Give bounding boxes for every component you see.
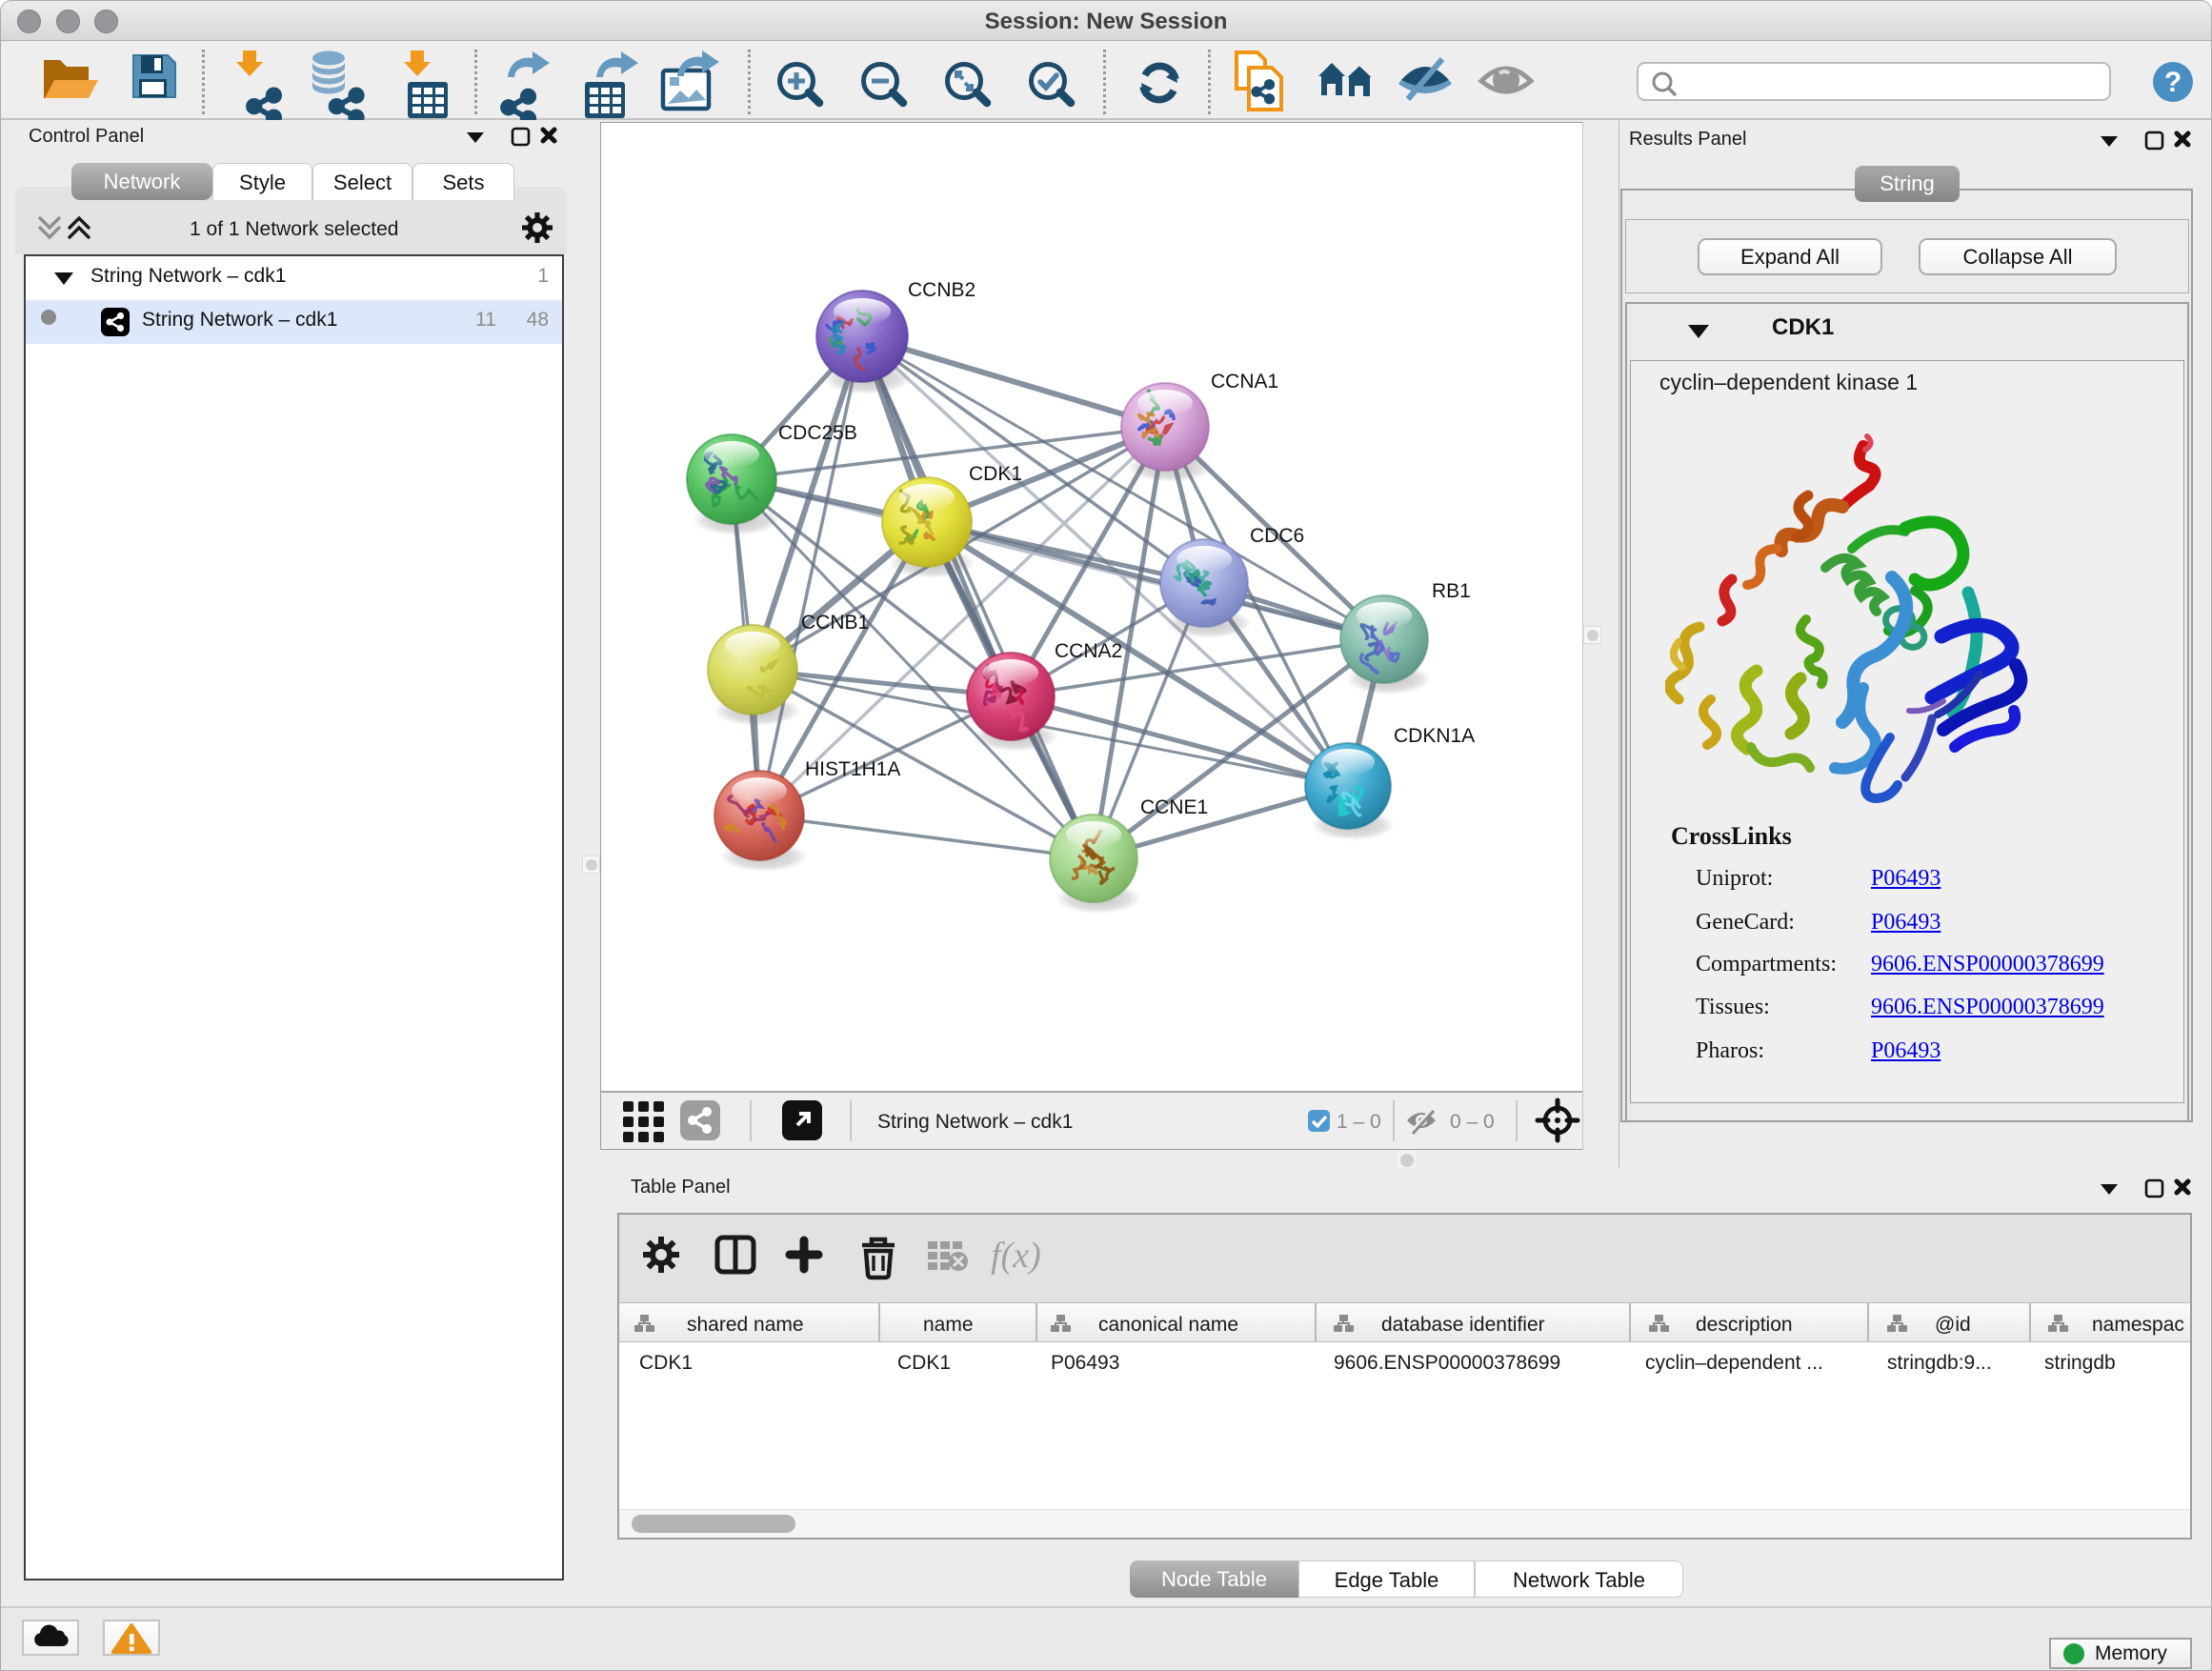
svg-text:P06493: P06493 [1051, 1352, 1119, 1374]
svg-text:1 – 0: 1 – 0 [1337, 1111, 1381, 1133]
svg-text:CDK1: CDK1 [897, 1352, 951, 1374]
svg-text:String Network – cdk1: String Network – cdk1 [877, 1111, 1073, 1133]
svg-text:CCNB2: CCNB2 [908, 279, 975, 301]
svg-text:@id: @id [1935, 1314, 1971, 1336]
svg-text:canonical name: canonical name [1098, 1314, 1238, 1336]
svg-text:CCNB1: CCNB1 [801, 612, 869, 634]
svg-text:9606.ENSP00000378699: 9606.ENSP00000378699 [1334, 1352, 1560, 1374]
svg-text:shared name: shared name [687, 1314, 804, 1336]
svg-text:?: ? [2164, 67, 2182, 98]
svg-text:CCNA2: CCNA2 [1055, 640, 1122, 662]
svg-text:name: name [923, 1314, 974, 1336]
svg-text:HIST1H1A: HIST1H1A [805, 758, 900, 780]
svg-text:RB1: RB1 [1432, 580, 1471, 602]
svg-text:CDK1: CDK1 [639, 1352, 693, 1374]
svg-text:0 – 0: 0 – 0 [1450, 1111, 1495, 1133]
svg-text:CDC25B: CDC25B [778, 422, 857, 444]
svg-text:CDKN1A: CDKN1A [1394, 725, 1475, 747]
svg-text:CCNE1: CCNE1 [1140, 796, 1208, 818]
svg-text:stringdb:9...: stringdb:9... [1887, 1352, 1992, 1374]
svg-text:namespac: namespac [2092, 1314, 2184, 1336]
svg-text:description: description [1696, 1314, 1793, 1336]
svg-text:CCNA1: CCNA1 [1211, 371, 1278, 393]
svg-text:1 of 1 Network selected: 1 of 1 Network selected [190, 218, 398, 240]
svg-text:cyclin–dependent ...: cyclin–dependent ... [1645, 1352, 1823, 1374]
svg-text:CDK1: CDK1 [969, 463, 1022, 485]
svg-text:stringdb: stringdb [2044, 1352, 2116, 1374]
svg-text:database identifier: database identifier [1381, 1314, 1545, 1336]
svg-text:f(x): f(x) [991, 1236, 1041, 1276]
svg-text:CDC6: CDC6 [1250, 525, 1304, 547]
